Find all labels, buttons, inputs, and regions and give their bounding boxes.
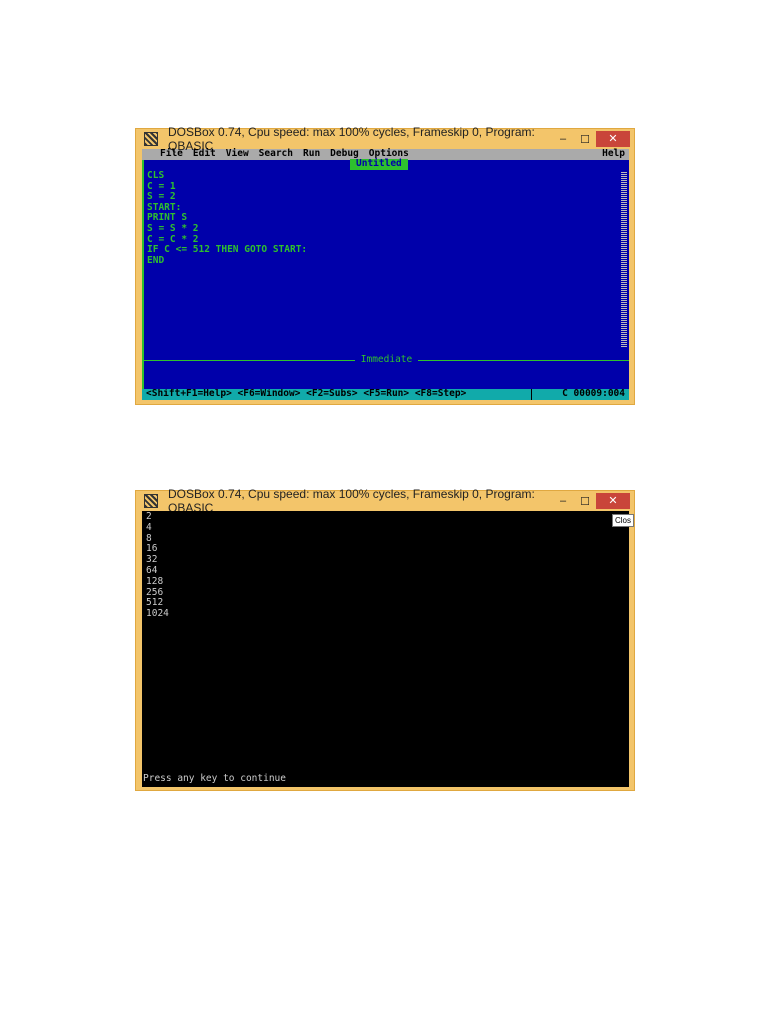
immediate-title: Immediate	[354, 354, 419, 365]
status-bar: <Shift+F1=Help> <F6=Window> <F2=Subs> <F…	[142, 388, 629, 400]
minimize-button[interactable]: –	[552, 495, 574, 507]
close-button[interactable]: ✕	[596, 131, 630, 147]
menu-view[interactable]: View	[226, 148, 249, 160]
output-lines: 2 4 8 16 32 64 128 256 512 1024	[146, 511, 169, 620]
close-tooltip: Clos	[612, 514, 635, 527]
close-button[interactable]: ✕	[596, 493, 630, 509]
minimize-button[interactable]: –	[552, 133, 574, 145]
vertical-scrollbar[interactable]	[621, 172, 627, 348]
title-bar: DOSBox 0.74, Cpu speed: max 100% cycles,…	[136, 487, 634, 515]
shortcut-hints: <Shift+F1=Help> <F6=Window> <F2=Subs> <F…	[146, 388, 467, 399]
menu-search[interactable]: Search	[259, 148, 293, 160]
dosbox-window-output: DOSBox 0.74, Cpu speed: max 100% cycles,…	[135, 487, 635, 791]
menu-help[interactable]: Help	[602, 148, 625, 160]
maximize-button[interactable]: ☐	[574, 133, 596, 146]
dosbox-icon	[144, 494, 158, 508]
program-output: 2 4 8 16 32 64 128 256 512 1024 Press any…	[142, 511, 629, 787]
source-code: CLS C = 1 S = 2 START: PRINT S S = S * 2…	[147, 170, 308, 266]
dosbox-icon	[144, 132, 158, 146]
immediate-window[interactable]: Immediate	[142, 354, 629, 389]
continue-prompt: Press any key to continue	[143, 773, 286, 785]
editor-title: Untitled	[350, 158, 408, 170]
menu-edit[interactable]: Edit	[193, 148, 216, 160]
maximize-button[interactable]: ☐	[574, 495, 596, 508]
code-editor[interactable]: Untitled CLS C = 1 S = 2 START: PRINT S …	[142, 158, 629, 371]
title-bar: DOSBox 0.74, Cpu speed: max 100% cycles,…	[136, 125, 634, 153]
dosbox-window-editor: DOSBox 0.74, Cpu speed: max 100% cycles,…	[135, 125, 635, 405]
menu-run[interactable]: Run	[303, 148, 320, 160]
cursor-position: C 00009:004	[531, 388, 625, 400]
menu-file[interactable]: File	[160, 148, 183, 160]
